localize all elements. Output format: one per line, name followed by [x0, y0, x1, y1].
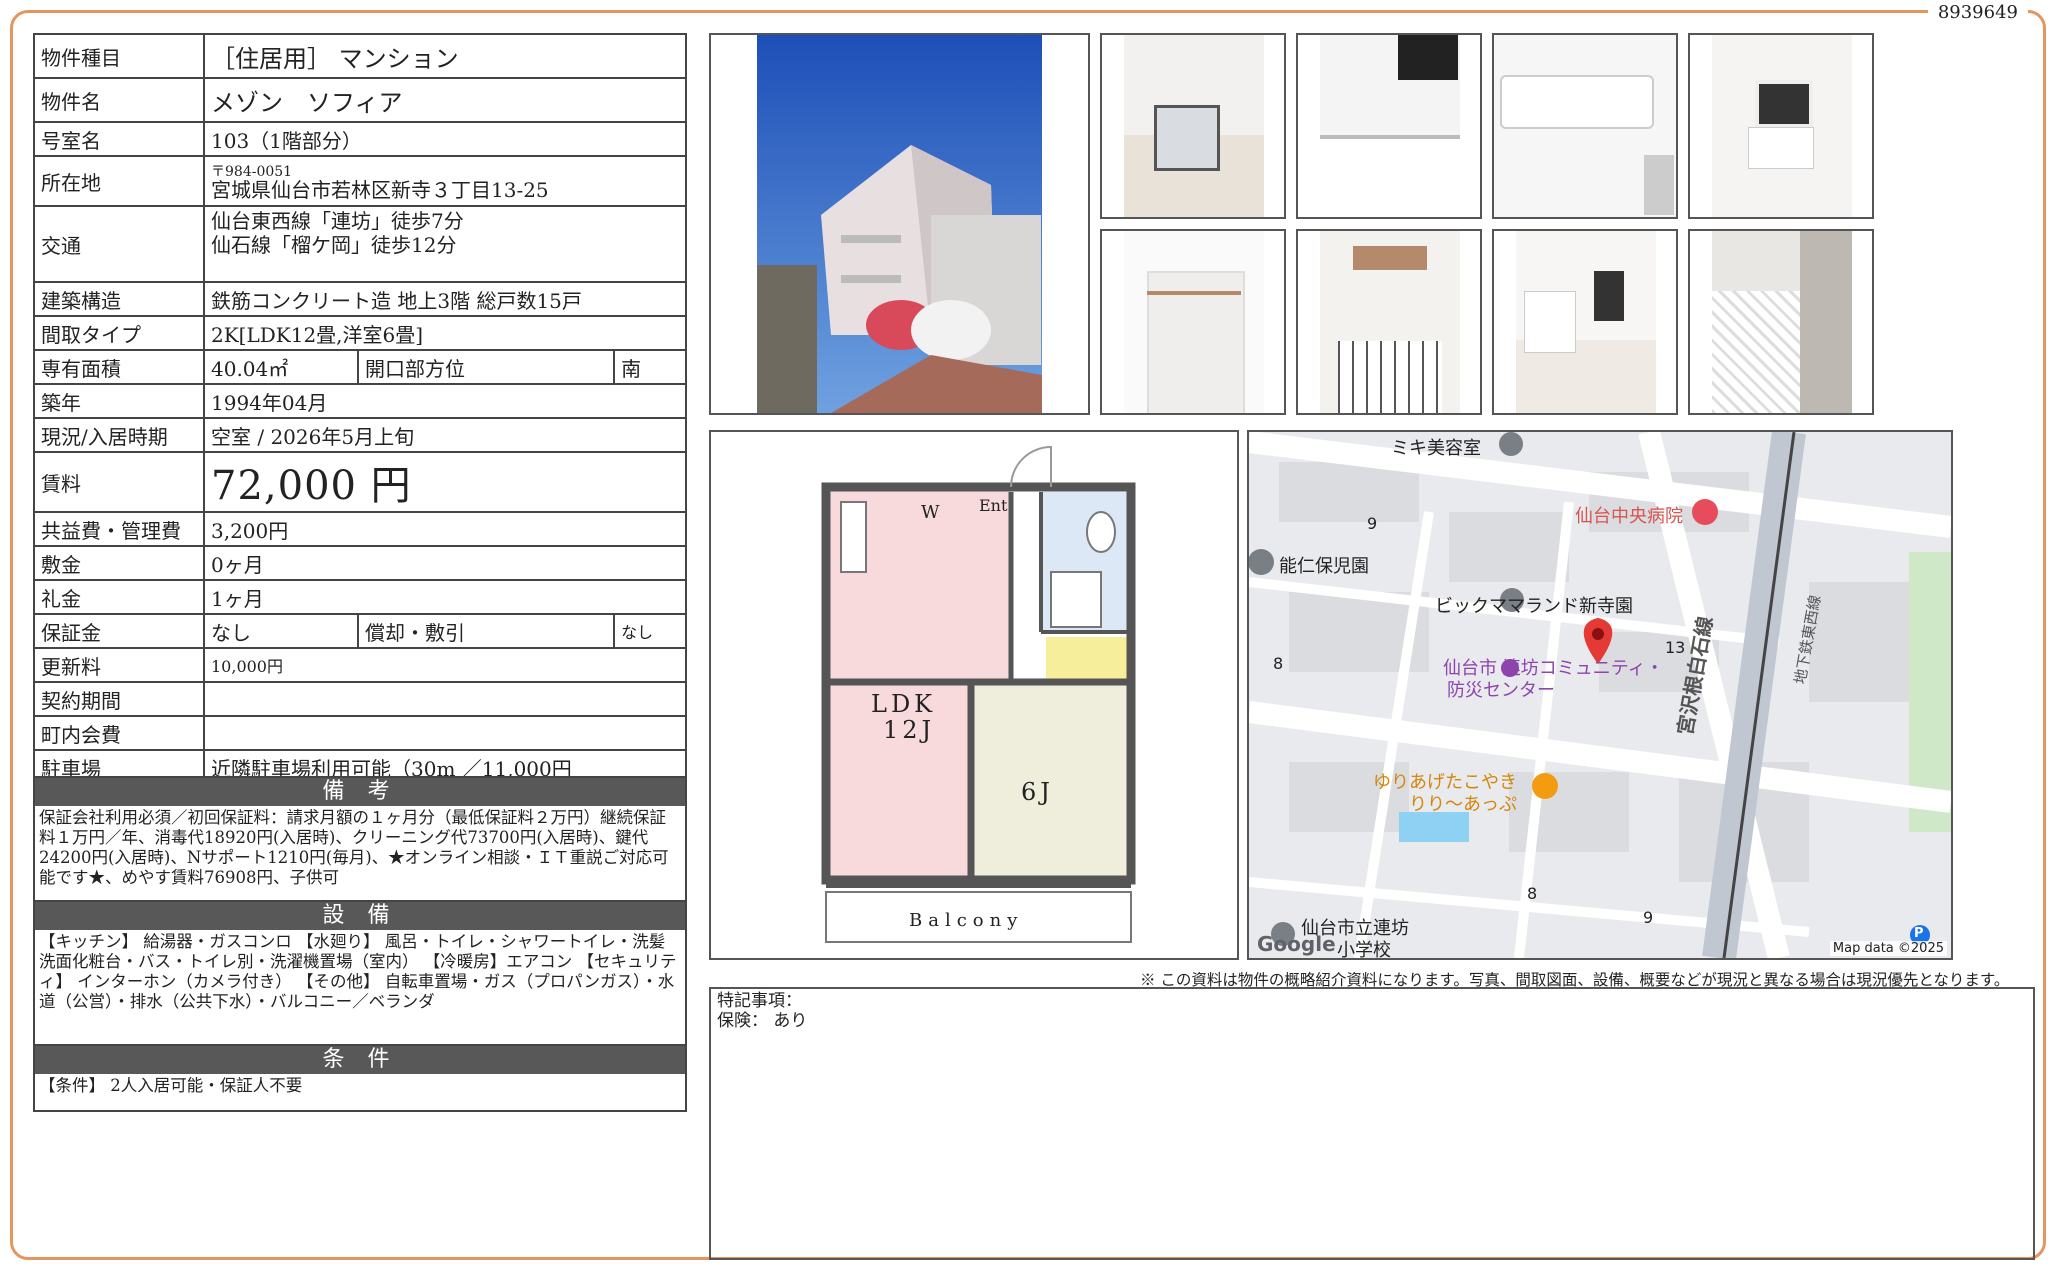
- type-value: ［住居用］ マンション: [203, 33, 687, 79]
- fee-label: 共益費・管理費: [33, 511, 205, 547]
- amortize-value: なし: [613, 613, 687, 649]
- rent-label: 賃料: [33, 451, 205, 513]
- map-number-5: 9: [1643, 908, 1654, 927]
- map-label-hospital: 仙台中央病院: [1575, 506, 1683, 527]
- remarks-header: 備 考: [35, 778, 685, 806]
- floor-plan[interactable]: W Ent LDK 12J 6J Balcony: [709, 430, 1239, 960]
- special-notes-box: 特記事項： 保険： あり: [709, 987, 2035, 1260]
- property-info-table: 物件種目 ［住居用］ マンション 物件名 メゾン ソフィア 号室名 103（1階部分）…: [33, 33, 687, 785]
- photo-kitchen[interactable]: [1296, 33, 1482, 219]
- conditions-section: 条 件 【条件】 2人入居可能・保証人不要: [33, 1044, 687, 1112]
- equipment-text: 【キッチン】 給湯器・ガスコンロ 【水廻り】 風呂・トイレ・シャワートイレ・洗髪…: [39, 932, 677, 1011]
- guarantee-label: 保証金: [33, 613, 205, 649]
- photo-balcony[interactable]: [1688, 229, 1874, 415]
- fp-ldk-label: LDK: [871, 690, 937, 718]
- room-value: 103（1階部分）: [203, 121, 687, 157]
- special-notes-title: 特記事項：: [717, 991, 802, 1011]
- equipment-section: 設 備 【キッチン】 給湯器・ガスコンロ 【水廻り】 風呂・トイレ・シャワートイ…: [33, 900, 687, 1046]
- area-label: 専有面積: [33, 349, 205, 385]
- map-number-4: 8: [1527, 884, 1538, 903]
- direction-label: 開口部方位: [356, 349, 616, 385]
- renewal-value: 10,000円: [203, 647, 687, 683]
- contract-label: 契約期間: [33, 681, 205, 717]
- deposit-label: 敷金: [33, 545, 205, 581]
- parking-icon: P: [1914, 926, 1924, 941]
- map-label-bigmama: ビックママランド新寺園: [1435, 596, 1633, 617]
- map-number-2: 8: [1273, 654, 1284, 673]
- fp-room-size: 6J: [1021, 778, 1054, 806]
- town-fee-label: 町内会費: [33, 715, 205, 751]
- fp-entrance-label: Ent: [979, 496, 1008, 515]
- amortize-label: 償却・敷引: [356, 613, 616, 649]
- photo-hallway[interactable]: [1296, 229, 1482, 415]
- address-label: 所在地: [33, 155, 205, 207]
- photo-intercom[interactable]: [1688, 33, 1874, 219]
- photo-room[interactable]: [1100, 33, 1286, 219]
- photo-ldk[interactable]: [1492, 229, 1678, 415]
- map-label-riri: りり～あっぷ: [1409, 794, 1517, 815]
- address-value: 宮城県仙台市若林区新寺３丁目13-25: [211, 178, 549, 202]
- exterior-photo[interactable]: [709, 33, 1090, 415]
- layout-label: 間取タイプ: [33, 315, 205, 351]
- access-line-2: 仙石線「榴ケ岡」徒歩12分: [211, 233, 457, 257]
- equipment-header: 設 備: [35, 902, 685, 930]
- conditions-header: 条 件: [35, 1046, 685, 1074]
- direction-value: 南: [613, 349, 687, 385]
- town-fee-value: [203, 715, 687, 751]
- remarks-text: 保証会社利用必須／初回保証料：請求月額の１ヶ月分（最低保証料２万円）継続保証料１…: [39, 808, 669, 887]
- map-label-bousai: 防災センター: [1447, 680, 1555, 701]
- rent-value: 72,000 円: [203, 451, 687, 513]
- fp-balcony-label: Balcony: [909, 910, 1024, 931]
- fp-closet-label: W: [921, 502, 940, 523]
- name-label: 物件名: [33, 77, 205, 123]
- map-number-1: 9: [1367, 514, 1378, 533]
- map-number-3: 13: [1665, 638, 1686, 657]
- key-money-value: 1ヶ月: [203, 579, 687, 615]
- built-value: 1994年04月: [203, 383, 687, 419]
- insurance-note: 保険： あり: [717, 1011, 808, 1031]
- built-label: 築年: [33, 383, 205, 419]
- status-label: 現況/入居時期: [33, 417, 205, 453]
- photo-closet[interactable]: [1100, 229, 1286, 415]
- type-label: 物件種目: [33, 33, 205, 79]
- remarks-section: 備 考 保証会社利用必須／初回保証料：請求月額の１ヶ月分（最低保証料２万円）継続…: [33, 776, 687, 902]
- structure-value: 鉄筋コンクリート造 地上3階 総戸数15戸: [203, 281, 687, 317]
- floor-plan-drawing: [821, 445, 1136, 943]
- layout-value: 2K[LDK12畳,洋室6畳]: [203, 315, 687, 351]
- map-label-school-2: 小学校: [1337, 940, 1391, 960]
- area-value: 40.04㎡: [203, 349, 359, 385]
- exterior-photo-image: [757, 35, 1042, 413]
- photo-aircon[interactable]: [1492, 33, 1678, 219]
- structure-label: 建築構造: [33, 281, 205, 317]
- map-attribution: Map data ©2025: [1829, 941, 1947, 956]
- google-logo: Google: [1257, 932, 1336, 956]
- access-line-1: 仙台東西線「連坊」徒歩7分: [211, 209, 464, 233]
- fee-value: 3,200円: [203, 511, 687, 547]
- conditions-text: 【条件】 2人入居可能・保証人不要: [39, 1076, 303, 1095]
- status-value: 空室 / 2026年5月上旬: [203, 417, 687, 453]
- fp-ldk-size: 12J: [883, 716, 936, 744]
- renewal-label: 更新料: [33, 647, 205, 683]
- deposit-value: 0ヶ月: [203, 545, 687, 581]
- location-map[interactable]: ミキ美容室 仙台中央病院 能仁保児園 ビックママランド新寺園 仙台市 連坊コミュ…: [1247, 430, 1953, 960]
- name-value: メゾン ソフィア: [203, 77, 687, 123]
- room-label: 号室名: [33, 121, 205, 157]
- key-money-label: 礼金: [33, 579, 205, 615]
- property-id: 8939649: [1927, 2, 2028, 23]
- map-label-nursery: 能仁保児園: [1279, 556, 1369, 577]
- guarantee-value: なし: [203, 613, 359, 649]
- contract-value: [203, 681, 687, 717]
- access-label: 交通: [33, 205, 205, 283]
- map-label-miki: ミキ美容室: [1391, 438, 1481, 459]
